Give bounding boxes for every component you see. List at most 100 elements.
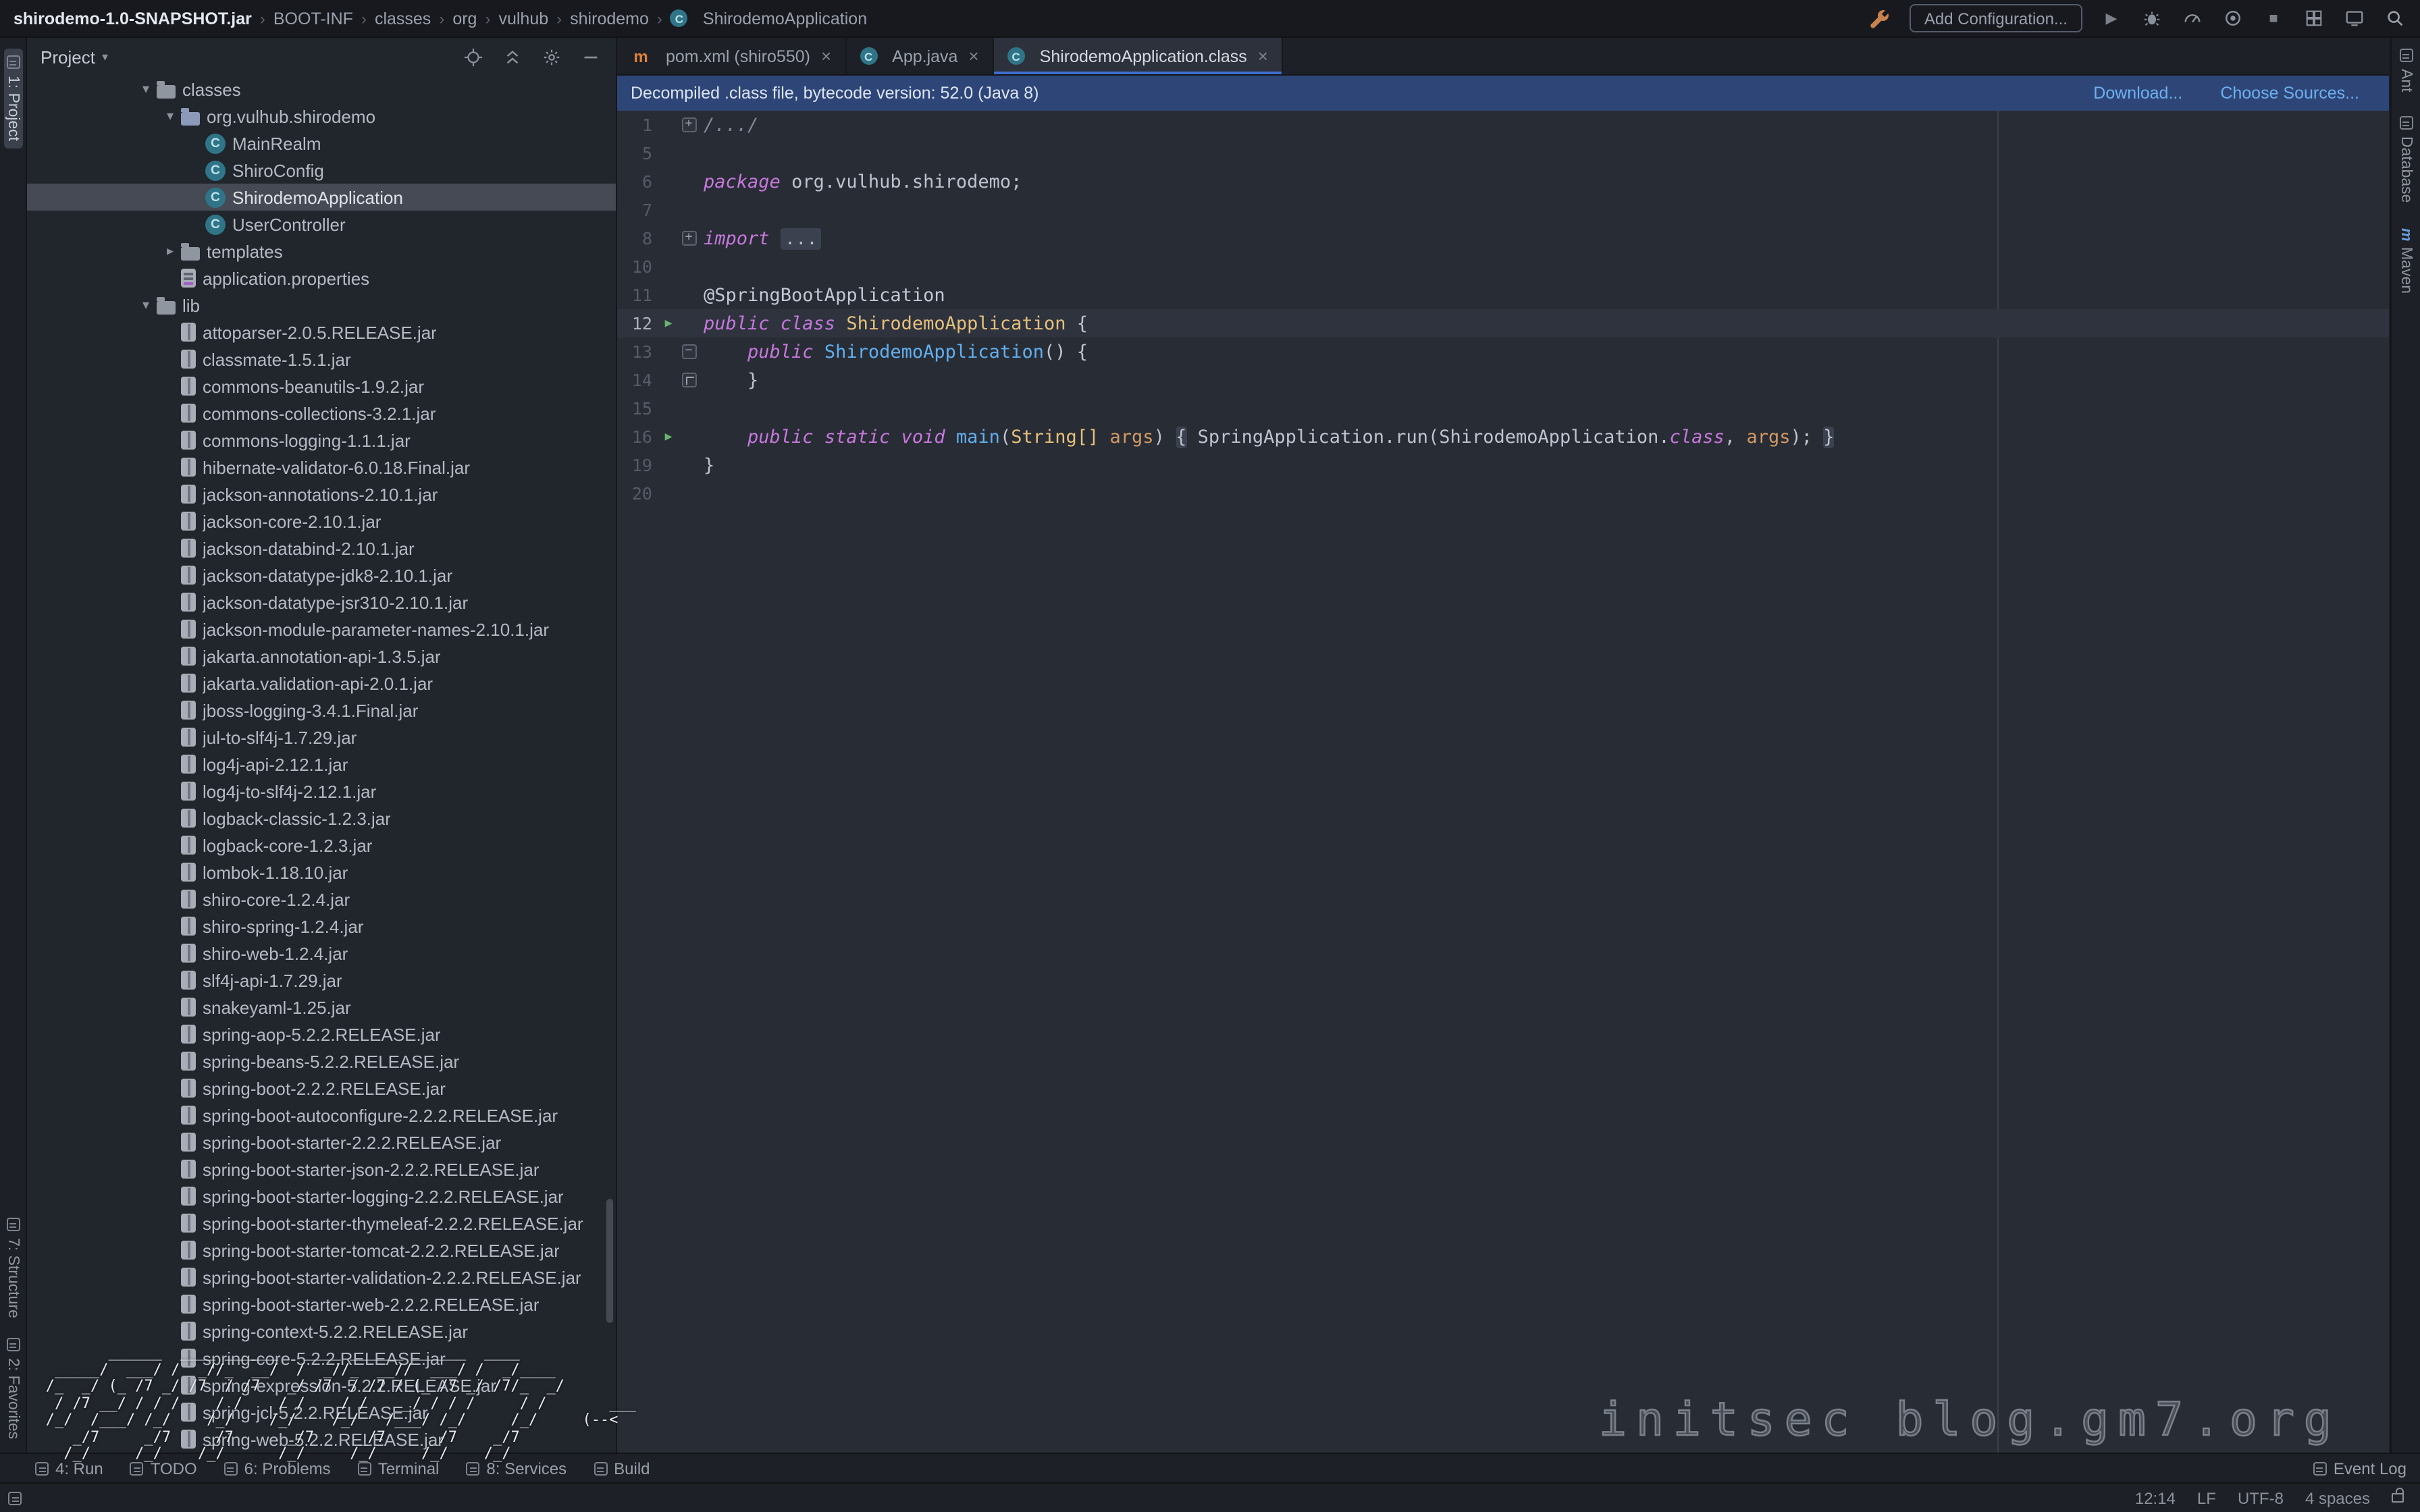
tree-item-spring-boot-starter-logging-2-2-2-release-jar[interactable]: spring-boot-starter-logging-2.2.2.RELEAS… [27,1183,616,1210]
code-line[interactable]: 5 [617,139,2389,167]
code-line[interactable]: 16▶ public static void main(String[] arg… [617,423,2389,451]
status-lf[interactable]: LF [2197,1488,2216,1507]
tree-item-jboss-logging-3-4-1-final-jar[interactable]: jboss-logging-3.4.1.Final.jar [27,697,616,724]
tree-item-spring-boot-starter-tomcat-2-2-2-release-jar[interactable]: spring-boot-starter-tomcat-2.2.2.RELEASE… [27,1237,616,1264]
code-line[interactable]: 11@SpringBootApplication [617,281,2389,309]
tree-item-slf4j-api-1-7-29-jar[interactable]: slf4j-api-1.7.29.jar [27,967,616,994]
fold-minus-icon[interactable]: − [681,344,696,359]
code-line[interactable]: 10 [617,252,2389,281]
toolstrip-2-favorites[interactable]: 2: Favorites [5,1338,21,1439]
run-icon[interactable]: ▶ [2100,7,2123,30]
toolwindow-button-event-log[interactable]: Event Log [2313,1459,2406,1478]
tree-item-shirodemoapplication[interactable]: CShirodemoApplication [27,184,616,211]
tree-item-commons-beanutils-1-9-2-jar[interactable]: commons-beanutils-1.9.2.jar [27,373,616,400]
debug-icon[interactable] [2140,7,2163,30]
tree-item-spring-boot-starter-2-2-2-release-jar[interactable]: spring-boot-starter-2.2.2.RELEASE.jar [27,1129,616,1156]
toolwindow-button-terminal[interactable]: Terminal [358,1459,440,1478]
tree-item-spring-context-5-2-2-release-jar[interactable]: spring-context-5.2.2.RELEASE.jar [27,1318,616,1345]
status-utf-8[interactable]: UTF-8 [2238,1488,2284,1507]
code-line[interactable]: 19} [617,451,2389,479]
profiler-icon[interactable] [2181,7,2204,30]
tree-item-log4j-api-2-12-1-jar[interactable]: log4j-api-2.12.1.jar [27,751,616,778]
tree-item-spring-boot-autoconfigure-2-2-2-release-jar[interactable]: spring-boot-autoconfigure-2.2.2.RELEASE.… [27,1102,616,1129]
code-line[interactable]: 8+import ... [617,224,2389,252]
code-line[interactable]: 15 [617,394,2389,423]
toolstrip-7-structure[interactable]: 7: Structure [5,1218,21,1319]
toolstrip-1-project[interactable]: 1: Project [3,49,22,148]
locate-icon[interactable] [462,45,485,68]
toolwindow-button-6-problems[interactable]: 6: Problems [224,1459,331,1478]
code-line[interactable]: 12▶public class ShirodemoApplication { [617,309,2389,338]
chevron-down-icon[interactable]: ▾ [159,109,181,124]
status-4-spaces[interactable]: 4 spaces [2305,1488,2370,1507]
wrench-icon[interactable] [1869,7,1892,30]
run-icon[interactable]: ▶ [665,430,673,443]
tree-item-application-properties[interactable]: application.properties [27,265,616,292]
tree-item-spring-boot-starter-thymeleaf-2-2-2-release-jar[interactable]: spring-boot-starter-thymeleaf-2.2.2.RELE… [27,1210,616,1237]
toolwindow-button-build[interactable]: Build [594,1459,650,1478]
hide-panel-icon[interactable] [579,45,602,68]
toolwindow-button-todo[interactable]: TODO [130,1459,197,1478]
breadcrumb-item[interactable]: shirodemo-1.0-SNAPSHOT.jar [14,9,252,28]
coverage-icon[interactable] [2221,7,2244,30]
add-configuration-button[interactable]: Add Configuration... [1910,4,2082,32]
search-everywhere-icon[interactable] [2384,7,2406,30]
code-line[interactable]: 14 } [617,366,2389,394]
tree-item-spring-beans-5-2-2-release-jar[interactable]: spring-beans-5.2.2.RELEASE.jar [27,1048,616,1075]
tree-item-shiro-spring-1-2-4-jar[interactable]: shiro-spring-1.2.4.jar [27,913,616,940]
tree-item-lombok-1-18-10-jar[interactable]: lombok-1.18.10.jar [27,859,616,886]
editor-tab[interactable]: mpom.xml (shiro550)× [617,38,846,74]
tree-item-classes[interactable]: ▾classes [27,76,616,103]
chevron-down-icon[interactable]: ▾ [135,298,157,313]
fold-plus-icon[interactable]: + [681,117,696,132]
tab-close-icon[interactable]: × [821,46,831,66]
toolwindow-switcher-icon[interactable] [8,1491,22,1505]
chevron-right-icon[interactable]: ▸ [159,244,181,259]
code-line[interactable]: 20 [617,479,2389,508]
tree-item-jackson-datatype-jsr310-2-10-1-jar[interactable]: jackson-datatype-jsr310-2.10.1.jar [27,589,616,616]
collapse-all-icon[interactable] [501,45,524,68]
project-panel-title[interactable]: Project [41,47,95,67]
tree-item-jakarta-annotation-api-1-3-5-jar[interactable]: jakarta.annotation-api-1.3.5.jar [27,643,616,670]
tree-item-spring-boot-starter-web-2-2-2-release-jar[interactable]: spring-boot-starter-web-2.2.2.RELEASE.ja… [27,1291,616,1318]
scrollbar-thumb[interactable] [606,1199,613,1323]
tree-item-logback-core-1-2-3-jar[interactable]: logback-core-1.2.3.jar [27,832,616,859]
toolwindows-icon[interactable] [2303,7,2325,30]
tree-item-shiro-core-1-2-4-jar[interactable]: shiro-core-1.2.4.jar [27,886,616,913]
tab-close-icon[interactable]: × [1258,46,1268,66]
code-line[interactable]: 1+/.../ [617,111,2389,139]
tab-close-icon[interactable]: × [968,46,978,66]
toolwindow-button-8-services[interactable]: 8: Services [466,1459,567,1478]
tree-item-jackson-datatype-jdk8-2-10-1-jar[interactable]: jackson-datatype-jdk8-2.10.1.jar [27,562,616,589]
tree-item-commons-collections-3-2-1-jar[interactable]: commons-collections-3.2.1.jar [27,400,616,427]
tree-item-spring-core-5-2-2-release-jar[interactable]: spring-core-5.2.2.RELEASE.jar [27,1345,616,1372]
tree-item-lib[interactable]: ▾lib [27,292,616,319]
banner-link-download[interactable]: Download... [2093,84,2182,103]
tree-item-org-vulhub-shirodemo[interactable]: ▾org.vulhub.shirodemo [27,103,616,130]
code-line[interactable]: 6package org.vulhub.shirodemo; [617,167,2389,196]
stop-icon[interactable]: ■ [2262,7,2285,30]
monitor-icon[interactable] [2343,7,2366,30]
tree-item-snakeyaml-1-25-jar[interactable]: snakeyaml-1.25.jar [27,994,616,1021]
editor-tab-active[interactable]: CShirodemoApplication.class× [994,38,1283,74]
run-icon[interactable]: ▶ [665,317,673,330]
chevron-down-icon[interactable]: ▾ [135,82,157,97]
status-12-14[interactable]: 12:14 [2135,1488,2176,1507]
breadcrumb-item[interactable]: classes [375,9,431,28]
tree-item-commons-logging-1-1-1-jar[interactable]: commons-logging-1.1.1.jar [27,427,616,454]
code-area[interactable]: 1+/.../56package org.vulhub.shirodemo;78… [617,111,2389,1453]
fold-plus-icon[interactable]: + [681,231,696,246]
fold-end-icon[interactable] [681,373,696,387]
tree-item-spring-boot-starter-validation-2-2-2-release-jar[interactable]: spring-boot-starter-validation-2.2.2.REL… [27,1264,616,1291]
tree-item-spring-web-5-2-2-release-jar[interactable]: spring-web-5.2.2.RELEASE.jar [27,1426,616,1453]
breadcrumb-item[interactable]: org [452,9,477,28]
tree-item-mainrealm[interactable]: CMainRealm [27,130,616,157]
tree-item-jakarta-validation-api-2-0-1-jar[interactable]: jakarta.validation-api-2.0.1.jar [27,670,616,697]
tree-item-spring-aop-5-2-2-release-jar[interactable]: spring-aop-5.2.2.RELEASE.jar [27,1021,616,1048]
tree-item-hibernate-validator-6-0-18-final-jar[interactable]: hibernate-validator-6.0.18.Final.jar [27,454,616,481]
tree-item-spring-jcl-5-2-2-release-jar[interactable]: spring-jcl-5.2.2.RELEASE.jar [27,1399,616,1426]
toolstrip-ant[interactable]: Ant [2398,49,2414,92]
tree-item-log4j-to-slf4j-2-12-1-jar[interactable]: log4j-to-slf4j-2.12.1.jar [27,778,616,805]
banner-link-choose-sources[interactable]: Choose Sources... [2220,84,2359,103]
tree-item-jackson-annotations-2-10-1-jar[interactable]: jackson-annotations-2.10.1.jar [27,481,616,508]
